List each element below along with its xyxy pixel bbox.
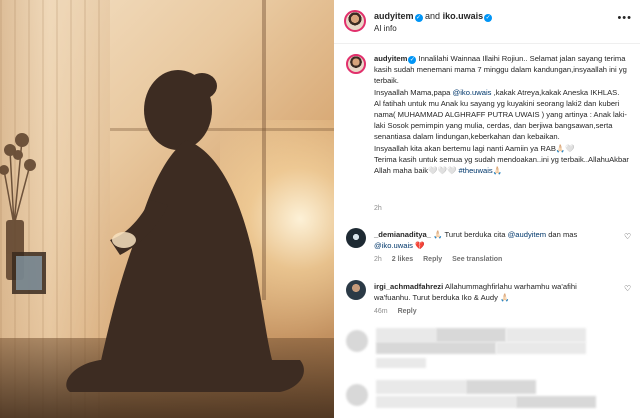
comment-timestamp[interactable]: 46m: [374, 308, 388, 315]
post-authors: audyitem ✓ and iko.uwais ✓: [374, 11, 493, 22]
comment-timestamp[interactable]: 2h: [374, 256, 382, 263]
caption-username[interactable]: audyitem: [374, 54, 407, 63]
blurred-text: [376, 342, 496, 354]
comment-body: dan mas: [546, 230, 578, 239]
more-options-button[interactable]: •••: [617, 12, 632, 24]
blurred-text: [376, 328, 436, 342]
post-side-panel: audyitem ✓ and iko.uwais ✓ AI info ••• aud…: [334, 0, 640, 418]
reply-button[interactable]: Reply: [398, 308, 417, 315]
see-translation-button[interactable]: See translation: [452, 256, 502, 263]
caption-hashtag[interactable]: #theuwais: [459, 166, 493, 175]
commenter-avatar[interactable]: [346, 228, 366, 248]
blurred-avatar: [346, 330, 368, 352]
coauthor-username[interactable]: iko.uwais: [443, 11, 484, 21]
blurred-text: [516, 396, 596, 408]
verified-badge-icon: ✓: [408, 56, 417, 64]
caption-line: ,kakak Atreya,kakak Aneska IKHLAS.: [491, 87, 620, 97]
comment-body: 🙏🏻 Turut berduka cita: [430, 230, 508, 239]
blurred-text: [376, 358, 426, 368]
blurred-text: [496, 342, 586, 354]
comment-meta: 46m Reply: [374, 308, 425, 315]
comment-mention[interactable]: @iko.uwais: [374, 241, 413, 250]
comment-likes[interactable]: 2 likes: [392, 256, 413, 263]
blurred-text: [436, 328, 506, 342]
comment-mention[interactable]: @audyitem: [508, 230, 547, 239]
caption-line: Al fatihah untuk mu Anak ku sayang yg ku…: [374, 98, 627, 142]
comment-text: _demianaditya_ 🙏🏻 Turut berduka cita @au…: [374, 229, 614, 251]
caption-avatar[interactable]: [346, 54, 366, 74]
comment-body: 💔: [412, 241, 425, 251]
caption-timestamp[interactable]: 2h: [374, 205, 382, 212]
comment-username[interactable]: irgi_achmadfahrezi: [374, 282, 443, 291]
blurred-text: [376, 380, 466, 394]
comment-meta: 2h 2 likes Reply See translation: [374, 256, 510, 263]
caption-line: Insyaallah Mama,papa: [374, 87, 453, 97]
verified-badge-icon: ✓: [484, 14, 493, 22]
ai-info-link[interactable]: AI info: [374, 24, 397, 33]
comment-username[interactable]: _demianaditya_: [374, 230, 431, 239]
commenter-avatar[interactable]: [346, 280, 366, 300]
avatar[interactable]: [344, 10, 366, 32]
kneeling-woman-silhouette: [0, 70, 304, 392]
reply-button[interactable]: Reply: [423, 256, 442, 263]
caption-line: Insyaallah kita akan bertemu lagi nanti …: [374, 143, 575, 153]
caption-line: 🙏🏻: [492, 166, 503, 176]
blurred-avatar: [346, 384, 368, 406]
and-text: and: [425, 11, 441, 21]
blurred-text: [506, 328, 586, 342]
comment-text: irgi_achmadfahrezi Allahummaghfirlahu wa…: [374, 281, 614, 303]
blurred-text: [376, 396, 516, 408]
verified-badge-icon: ✓: [414, 14, 423, 22]
caption-text: audyitem ✓ Innalilahi Wainnaa Illaihi Roj…: [374, 53, 630, 176]
like-heart-icon[interactable]: ♡: [624, 284, 632, 293]
post-header: audyitem ✓ and iko.uwais ✓ AI info •••: [334, 0, 640, 44]
blurred-text: [466, 380, 536, 394]
like-heart-icon[interactable]: ♡: [624, 232, 632, 241]
author-username[interactable]: audyitem: [374, 11, 414, 21]
post-photo: [0, 0, 334, 418]
caption-mention[interactable]: @iko.uwais: [453, 88, 492, 97]
